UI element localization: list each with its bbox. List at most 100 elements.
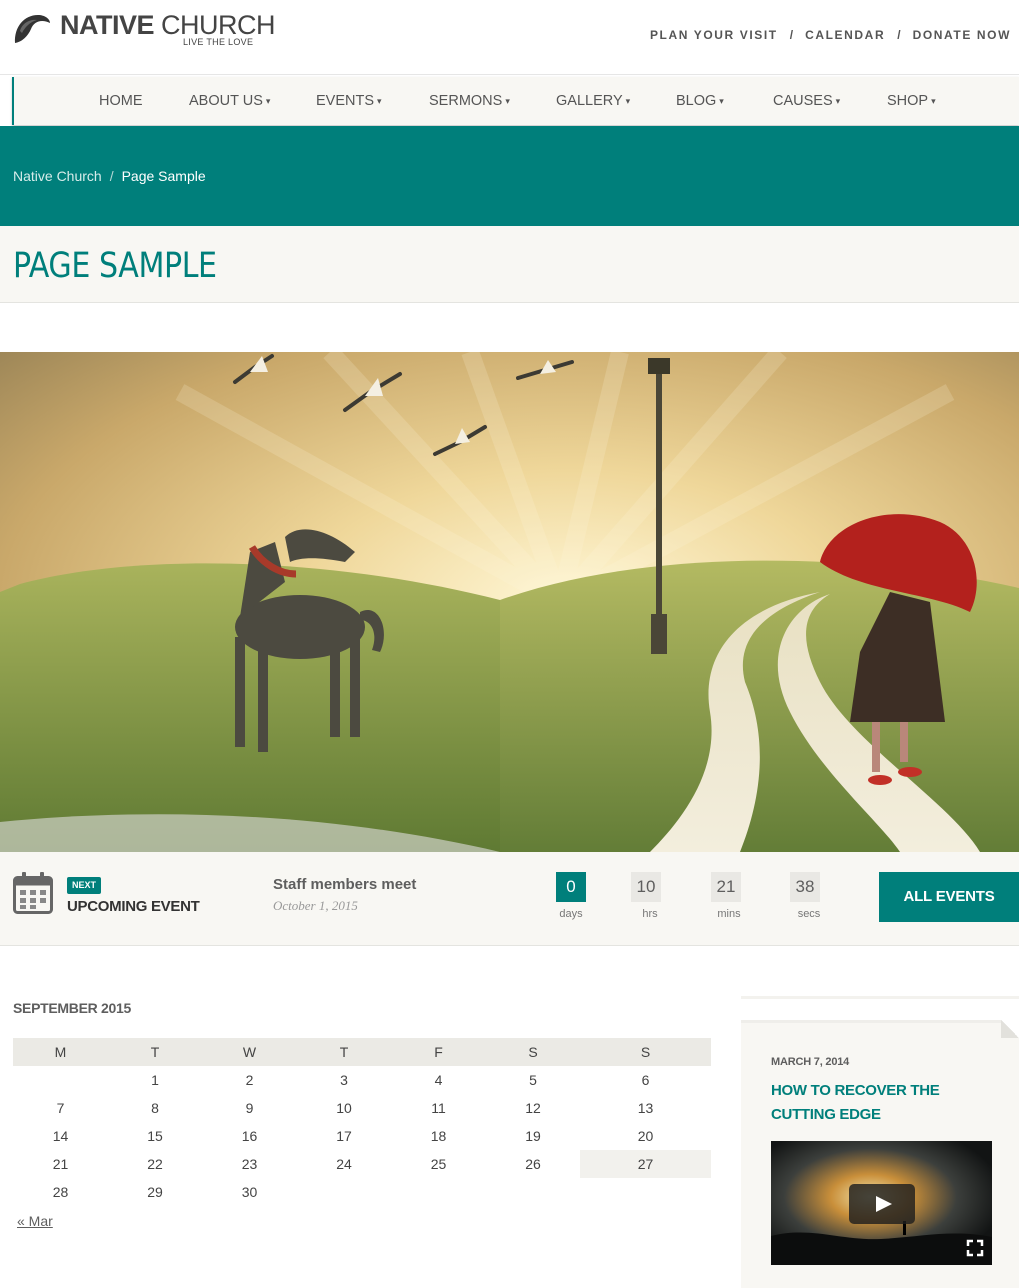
- donate-link[interactable]: DONATE NOW: [913, 28, 1011, 42]
- nav-item-sermons[interactable]: SERMONS ▾: [429, 77, 510, 125]
- calendar-link[interactable]: CALENDAR: [805, 28, 885, 42]
- calendar-day: [297, 1178, 391, 1206]
- calendar-day: 12: [525, 1100, 541, 1116]
- calendar-day: 5: [529, 1072, 537, 1088]
- calendar-day-today: 27: [580, 1150, 711, 1178]
- page-title-bar: PAGE SAMPLE: [0, 226, 1019, 303]
- page-title: PAGE SAMPLE: [13, 246, 217, 286]
- site-header: NATIVE CHURCH LIVE THE LOVE PLAN YOUR VI…: [0, 0, 1019, 75]
- chevron-down-icon: ▾: [505, 96, 510, 106]
- nav-item-home[interactable]: HOME: [99, 77, 143, 125]
- countdown-days-label: days: [559, 908, 583, 920]
- nav-label: CAUSES: [773, 93, 833, 109]
- calendar-day: 18: [430, 1128, 447, 1144]
- weekday-header: T: [297, 1038, 391, 1066]
- breadcrumb-separator: /: [109, 168, 114, 184]
- calendar-day: 23: [241, 1156, 258, 1172]
- chevron-down-icon: ▾: [835, 96, 841, 106]
- calendar-day: 17: [336, 1128, 352, 1144]
- hero-image: [0, 352, 1019, 852]
- countdown-hours: 10: [631, 872, 661, 902]
- calendar-icon: [13, 872, 53, 914]
- nav-label: SERMONS: [429, 93, 503, 109]
- nav-label: EVENTS: [316, 93, 375, 109]
- utility-separator: /: [789, 28, 794, 42]
- breadcrumb-home-link[interactable]: Native Church: [13, 168, 102, 184]
- nav-item-gallery[interactable]: GALLERY ▾: [556, 77, 630, 125]
- sidebar-divider: [741, 996, 1019, 999]
- countdown-hours-label: hrs: [642, 908, 658, 920]
- main-nav: HOME ABOUT US ▾ EVENTS ▾ SERMONS ▾ GALLERY ▾…: [12, 77, 1019, 125]
- post-title-link[interactable]: HOW TO RECOVER THE CUTTING EDGE: [771, 1079, 1001, 1127]
- breadcrumb: Native Church / Page Sample: [13, 168, 206, 184]
- upcoming-event-label: UPCOMING EVENT: [67, 898, 200, 915]
- calendar-day: 2: [245, 1072, 254, 1088]
- countdown-minutes: 21: [711, 872, 741, 902]
- nav-label: ABOUT US: [189, 93, 263, 109]
- plan-visit-link[interactable]: PLAN YOUR VISIT: [650, 28, 778, 42]
- page-fold-corner: [1001, 1020, 1019, 1038]
- calendar-week-row: 7 8 9 10 11 12 13: [13, 1094, 711, 1122]
- weekday-header: T: [108, 1038, 202, 1066]
- calendar-day: [13, 1066, 108, 1094]
- sidebar-post-card: MARCH 7, 2014 HOW TO RECOVER THE CUTTING…: [741, 1020, 1019, 1288]
- calendar-week-row: 14 15 16 17 18 19 20: [13, 1122, 711, 1150]
- weekday-header: S: [486, 1038, 580, 1066]
- calendar-day: 14: [52, 1128, 69, 1144]
- calendar-caption: SEPTEMBER 2015: [13, 1000, 131, 1016]
- nav-item-shop[interactable]: SHOP ▾: [887, 77, 936, 125]
- utility-separator: /: [897, 28, 901, 42]
- play-button[interactable]: [849, 1184, 915, 1224]
- brand-tagline: LIVE THE LOVE: [183, 37, 254, 47]
- calendar-day: 1: [151, 1072, 159, 1088]
- calendar-prev-month-link[interactable]: « Mar: [17, 1213, 53, 1229]
- calendar-day: 29: [147, 1184, 163, 1200]
- upcoming-event-strip: NEXT UPCOMING EVENT Staff members meet O…: [0, 852, 1019, 946]
- chevron-down-icon: ▾: [265, 96, 271, 106]
- calendar-day: 4: [434, 1072, 443, 1088]
- calendar-week-row: 28 29 30: [13, 1178, 711, 1206]
- weekday-header: W: [202, 1038, 297, 1066]
- nav-item-causes[interactable]: CAUSES ▾: [773, 77, 840, 125]
- fullscreen-icon[interactable]: [966, 1239, 984, 1257]
- nav-label: HOME: [99, 93, 143, 109]
- video-player[interactable]: [771, 1141, 992, 1265]
- calendar-day: 26: [525, 1156, 541, 1172]
- calendar-day: 9: [245, 1100, 254, 1116]
- calendar-day: 21: [52, 1156, 69, 1172]
- weekday-header: F: [391, 1038, 486, 1066]
- site-logo[interactable]: NATIVE CHURCH LIVE THE LOVE: [12, 6, 276, 56]
- calendar-day: [580, 1178, 711, 1206]
- utility-links: PLAN YOUR VISIT / CALENDAR / DONATE NOW: [650, 28, 1011, 42]
- calendar-day: 25: [430, 1156, 447, 1172]
- calendar-day: 24: [336, 1156, 352, 1172]
- breadcrumb-band: Native Church / Page Sample: [0, 126, 1019, 226]
- post-date: MARCH 7, 2014: [771, 1056, 850, 1068]
- calendar-week-row: 1 2 3 4 5 6: [13, 1066, 711, 1094]
- calendar-weekday-row: M T W T F S S: [13, 1038, 711, 1066]
- church-logo-icon: [14, 15, 51, 43]
- calendar-day: 10: [336, 1100, 352, 1116]
- hero-illustration: [0, 352, 1019, 852]
- calendar-day: 19: [525, 1128, 541, 1144]
- nav-item-about-us[interactable]: ABOUT US ▾: [189, 77, 270, 125]
- countdown-seconds: 38: [790, 872, 820, 902]
- all-events-button[interactable]: ALL EVENTS: [879, 872, 1019, 922]
- nav-item-events[interactable]: EVENTS ▾: [316, 77, 382, 125]
- calendar-week-row: 21 22 23 24 25 26 27: [13, 1150, 711, 1178]
- nav-label: SHOP: [887, 93, 929, 109]
- weekday-header: S: [580, 1038, 711, 1066]
- event-title[interactable]: Staff members meet: [273, 876, 416, 893]
- countdown-seconds-label: secs: [797, 908, 821, 920]
- chevron-down-icon: ▾: [625, 96, 631, 106]
- nav-label: BLOG: [676, 93, 717, 109]
- chevron-down-icon: ▾: [931, 96, 936, 106]
- weekday-header: M: [13, 1038, 108, 1066]
- chevron-down-icon: ▾: [377, 96, 382, 106]
- calendar-day: 13: [637, 1100, 654, 1116]
- event-date: October 1, 2015: [273, 898, 358, 913]
- calendar-day: 3: [340, 1072, 348, 1088]
- calendar-day: [391, 1178, 486, 1206]
- nav-item-blog[interactable]: BLOG ▾: [676, 77, 724, 125]
- next-badge: NEXT: [67, 877, 102, 894]
